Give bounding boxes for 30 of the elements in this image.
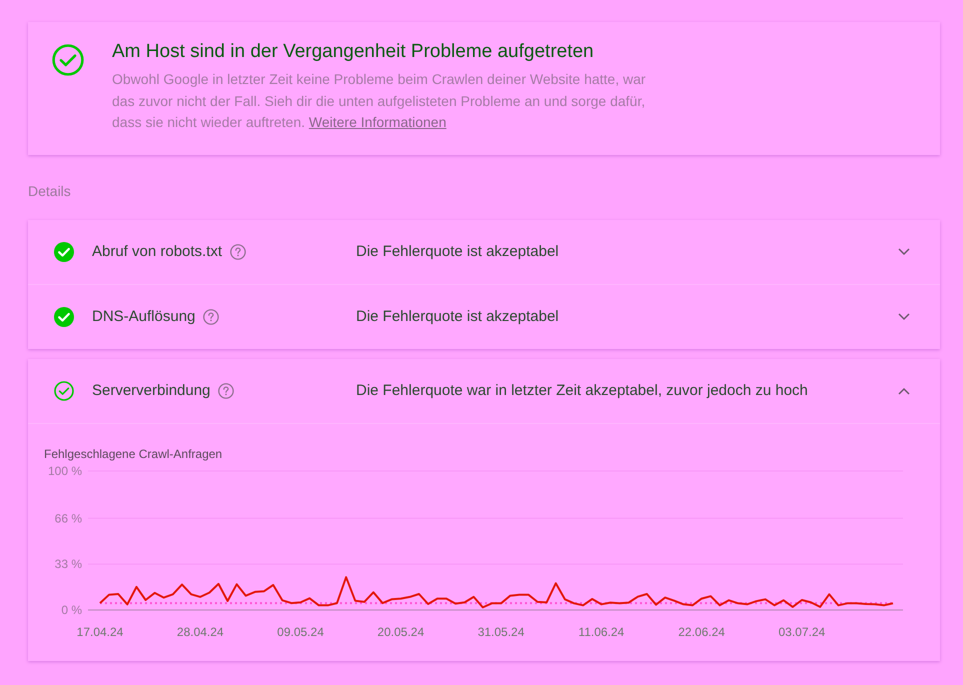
x-tick-label: 22.06.24 [678,625,725,639]
x-tick-label: 11.06.24 [578,625,624,639]
x-tick-label: 09.05.24 [277,625,324,639]
check-name: DNS-Auflösung [92,306,196,327]
section-label: Details [28,182,71,201]
help-icon[interactable] [218,383,234,399]
x-tick-label: 31.05.24 [478,625,524,639]
check-status-text: Die Fehlerquote ist akzeptabel [356,242,559,262]
check-name: Abruf von robots.txt [92,242,222,262]
x-tick-label: 28.04.24 [176,625,224,639]
chart-title: Fehlgeschlagene Crawl-Anfragen [44,446,222,462]
x-tick-label: 03.07.24 [778,625,826,639]
y-tick-label: 66 % [54,511,82,526]
help-icon[interactable] [230,244,246,260]
chevron-down-icon[interactable] [898,248,910,256]
y-tick-label: 33 % [54,557,82,572]
check-name: Serververbindung [92,380,210,401]
check-status-text: Die Fehlerquote war in letzter Zeit akzeptabel, zuvor jedoch zu hoch [356,380,808,401]
chevron-down-icon[interactable] [898,313,910,321]
summary-title: Am Host sind in der Vergangenheit Probleme aufgetreten [112,40,594,64]
y-tick-label: 100 % [48,464,82,478]
help-icon[interactable] [203,309,220,325]
check-circle-outline-icon [52,44,84,76]
more-info-link[interactable]: Weitere Informationen [308,114,446,130]
summary-text: Obwohl Google in letzter Zeit keine Probleme beim Crawlen deiner Website hatte, war das zuvor nicht der Fall. Sieh dir die unten aufgelisteten Probleme an und sorge dafür, dass sie nicht wieder auftreten. Weitere Informationen [112,70,647,132]
check-status-text: Die Fehlerquote ist akzeptabel [356,306,559,327]
y-tick-label: 0 % [61,603,82,617]
chevron-up-icon[interactable] [898,387,910,395]
x-tick-label: 17.04.24 [76,625,124,639]
x-tick-label: 20.05.24 [377,625,424,639]
